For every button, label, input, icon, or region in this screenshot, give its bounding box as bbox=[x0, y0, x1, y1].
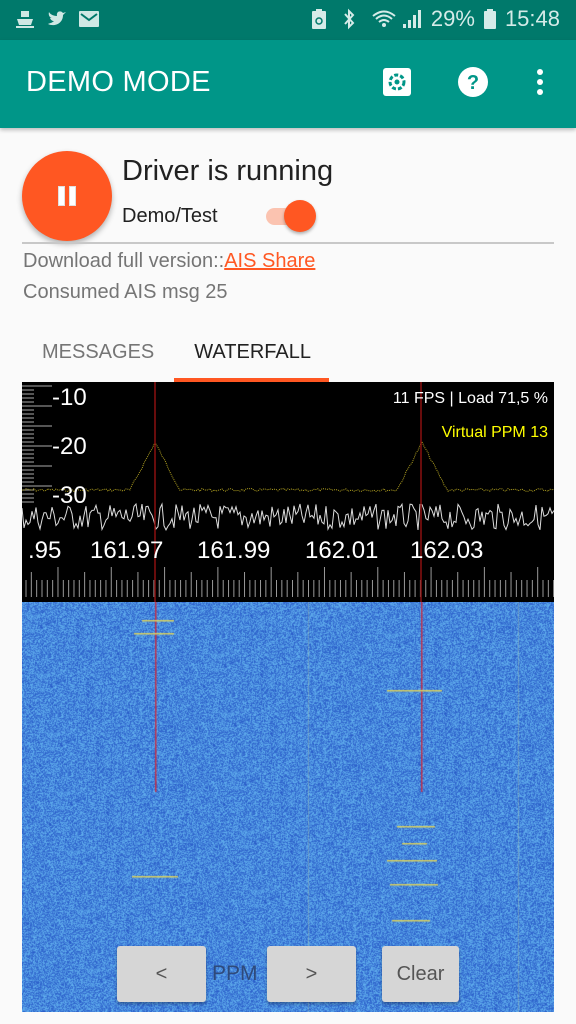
download-info: Download full version::AIS Share bbox=[23, 250, 315, 273]
tab-waterfall[interactable]: WATERFALL bbox=[174, 322, 329, 382]
mail-icon bbox=[78, 8, 100, 30]
download-prefix: Download full version:: bbox=[23, 250, 225, 272]
twitter-icon bbox=[46, 8, 68, 30]
demo-test-toggle[interactable] bbox=[262, 200, 318, 232]
ais-share-link[interactable]: AIS Share bbox=[224, 250, 315, 272]
settings-icon bbox=[382, 67, 412, 102]
signal-icon bbox=[401, 8, 423, 30]
status-bar: 29% 15:48 bbox=[0, 0, 576, 40]
spectrum-plot bbox=[22, 382, 554, 602]
battery-saver-icon bbox=[311, 8, 333, 30]
battery-icon bbox=[483, 8, 497, 30]
db-label: -30 bbox=[52, 482, 87, 509]
pause-driver-button[interactable] bbox=[22, 151, 112, 241]
freq-label: 161.99 bbox=[197, 537, 271, 564]
live-trace bbox=[22, 502, 554, 532]
wifi-icon bbox=[371, 8, 396, 30]
tab-bar: MESSAGES WATERFALL bbox=[22, 322, 329, 382]
clear-button[interactable]: Clear bbox=[382, 946, 459, 1002]
freq-label: .95 bbox=[28, 537, 62, 564]
freq-label: 162.01 bbox=[305, 537, 379, 564]
fps-load-readout: 11 FPS | Load 71,5 % bbox=[392, 390, 548, 407]
ppm-decrease-button[interactable]: < bbox=[117, 946, 206, 1002]
divider bbox=[22, 242, 554, 244]
help-button[interactable]: ? bbox=[453, 64, 493, 104]
help-icon: ? bbox=[457, 66, 489, 103]
app-bar: DEMO MODE ? bbox=[0, 40, 576, 128]
clock: 15:48 bbox=[504, 6, 560, 31]
more-vert-icon bbox=[536, 68, 544, 101]
more-options-button[interactable] bbox=[520, 64, 560, 104]
ppm-increase-button[interactable]: > bbox=[267, 946, 356, 1002]
consumed-count: Consumed AIS msg 25 bbox=[23, 281, 228, 303]
freq-label: 161.97 bbox=[90, 537, 164, 564]
tab-messages[interactable]: MESSAGES bbox=[22, 322, 174, 382]
ship-icon bbox=[14, 8, 36, 30]
app-title: DEMO MODE bbox=[26, 66, 211, 98]
svg-text:?: ? bbox=[467, 72, 479, 94]
db-label: -20 bbox=[52, 433, 87, 460]
pause-icon bbox=[56, 186, 78, 206]
demo-test-label: Demo/Test bbox=[122, 205, 218, 227]
freq-label: 162.03 bbox=[410, 537, 484, 564]
battery-percent: 29% bbox=[430, 6, 475, 31]
bluetooth-icon bbox=[341, 8, 363, 30]
spectrum-view[interactable]: -10 -20 -30 .95 161.97 161.99 162.01 162… bbox=[22, 382, 554, 602]
settings-button[interactable] bbox=[377, 64, 417, 104]
average-trace bbox=[22, 440, 554, 493]
driver-status: Driver is running bbox=[122, 155, 334, 187]
db-label: -10 bbox=[52, 384, 87, 411]
virtual-ppm-readout: Virtual PPM 13 bbox=[441, 424, 548, 441]
ppm-label: PPM bbox=[212, 962, 258, 985]
